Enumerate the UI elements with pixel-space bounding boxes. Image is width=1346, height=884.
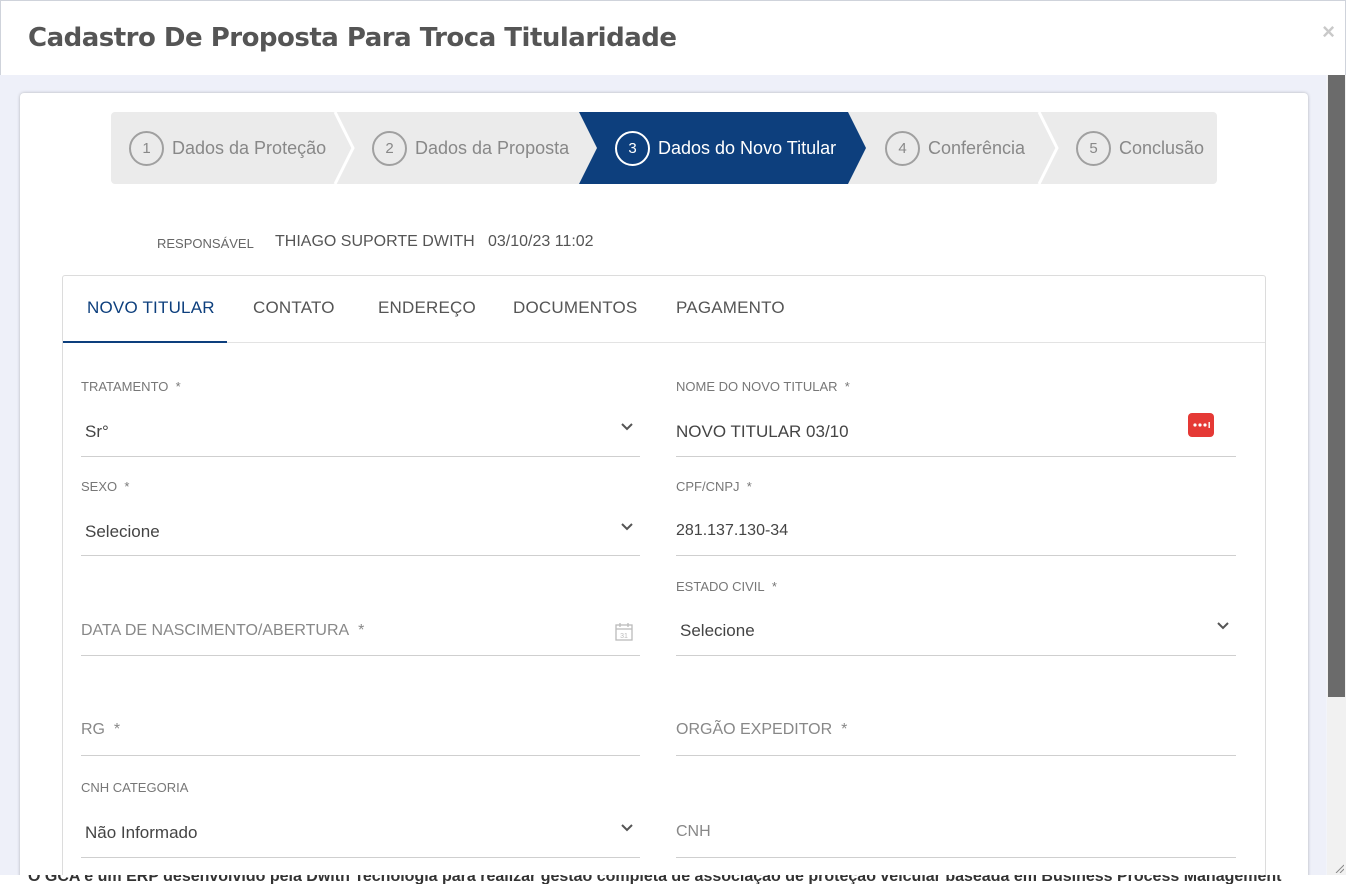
calendar-icon[interactable]: 31 — [614, 622, 634, 642]
orgao-placeholder: ORGÃO EXPEDITOR — [676, 721, 833, 738]
step-label: Dados da Proteção — [172, 137, 327, 158]
tratamento-value: Sr° — [85, 422, 109, 441]
step-number: 1 — [129, 130, 164, 166]
sexo-value: Selecione — [85, 522, 160, 541]
footer-text: O GCA é um ERP desenvolvido pela Dwith T… — [28, 875, 1282, 884]
tab-contato[interactable]: CONTATO — [253, 298, 335, 318]
required-marker: * — [771, 579, 777, 594]
modal-title: Cadastro De Proposta Para Troca Titulari… — [28, 23, 677, 53]
cpf-label: CPF/CNPJ — [676, 479, 740, 494]
rg-placeholder: RG — [81, 721, 105, 738]
cnh-categoria-select[interactable]: CNH CATEGORIA Não Informado — [81, 777, 640, 858]
cpf-cnpj-field[interactable]: CPF/CNPJ * 281.137.130-34 — [676, 476, 1236, 556]
sexo-label: SEXO — [81, 479, 118, 494]
chevron-down-icon — [1217, 622, 1229, 630]
required-marker: * — [124, 479, 130, 494]
estado-civil-value: Selecione — [680, 621, 755, 640]
rg-field[interactable]: RG * — [81, 706, 640, 756]
step-number: 4 — [885, 130, 920, 166]
modal-body: 1 Dados da Proteção 2 Dados da Proposta … — [0, 75, 1326, 875]
nome-value: NOVO TITULAR 03/10 — [676, 422, 849, 441]
responsavel-label: RESPONSÁVEL — [157, 236, 254, 251]
tab-endereco[interactable]: ENDEREÇO — [378, 298, 476, 318]
tab-bar: NOVO TITULAR CONTATO ENDEREÇO DOCUMENTOS… — [63, 276, 1265, 343]
step-label: Dados da Proposta — [415, 137, 570, 158]
step-label: Dados do Novo Titular — [658, 137, 837, 158]
chevron-down-icon — [621, 824, 633, 832]
tratamento-label: TRATAMENTO — [81, 379, 169, 394]
data-nascimento-placeholder: DATA DE NASCIMENTO/ABERTURA — [81, 622, 350, 639]
cnh-categoria-value: Não Informado — [85, 823, 198, 842]
chevron-down-icon — [621, 423, 633, 431]
orgao-expeditor-field[interactable]: ORGÃO EXPEDITOR * — [676, 706, 1236, 756]
step-label: Conclusão — [1119, 137, 1205, 158]
required-marker: * — [844, 379, 850, 394]
required-marker: * — [358, 622, 365, 639]
responsavel-name: THIAGO SUPORTE DWITH — [275, 233, 475, 250]
tratamento-select[interactable]: TRATAMENTO * Sr° — [81, 376, 640, 457]
form-card: 1 Dados da Proteção 2 Dados da Proposta … — [20, 93, 1308, 875]
tab-novo-titular[interactable]: NOVO TITULAR — [87, 298, 215, 318]
required-marker: * — [841, 721, 848, 738]
step-number: 2 — [372, 130, 407, 166]
step-conferencia[interactable]: 4 Conferência — [885, 112, 1025, 184]
responsavel-datetime: 03/10/23 11:02 — [488, 233, 594, 250]
chevron-down-icon — [621, 523, 633, 531]
nome-novo-titular-field[interactable]: NOME DO NOVO TITULAR * NOVO TITULAR 03/1… — [676, 376, 1236, 457]
page-footer: O GCA é um ERP desenvolvido pela Dwith T… — [0, 875, 1346, 884]
cnh-categoria-label: CNH CATEGORIA — [81, 780, 189, 795]
resize-grip-icon[interactable] — [1334, 863, 1344, 873]
required-marker: * — [113, 721, 121, 738]
wizard-stepper: 1 Dados da Proteção 2 Dados da Proposta … — [111, 112, 1217, 184]
active-tab-indicator — [63, 341, 227, 343]
close-icon[interactable]: × — [1322, 19, 1335, 45]
step-conclusao[interactable]: 5 Conclusão — [1076, 112, 1204, 184]
estado-civil-select[interactable]: ESTADO CIVIL * Selecione — [676, 576, 1236, 656]
tabs-panel: NOVO TITULAR CONTATO ENDEREÇO DOCUMENTOS… — [62, 275, 1266, 875]
step-dados-novo-titular[interactable]: 3 Dados do Novo Titular — [615, 112, 836, 184]
cnh-placeholder: CNH — [676, 823, 711, 840]
data-nascimento-field[interactable]: DATA DE NASCIMENTO/ABERTURA * 31 — [81, 606, 640, 656]
step-dados-proposta[interactable]: 2 Dados da Proposta — [372, 112, 569, 184]
tab-documentos[interactable]: DOCUMENTOS — [513, 298, 637, 318]
nome-label: NOME DO NOVO TITULAR — [676, 379, 838, 394]
step-dados-protecao[interactable]: 1 Dados da Proteção — [129, 112, 326, 184]
modal-scrollbar[interactable] — [1327, 75, 1346, 875]
step-number: 5 — [1076, 130, 1111, 166]
estado-civil-label: ESTADO CIVIL — [676, 579, 765, 594]
modal-header: Cadastro De Proposta Para Troca Titulari… — [0, 0, 1346, 75]
sexo-select[interactable]: SEXO * Selecione — [81, 476, 640, 556]
svg-text:31: 31 — [620, 633, 628, 640]
tab-pagamento[interactable]: PAGAMENTO — [676, 298, 785, 318]
required-marker: * — [175, 379, 181, 394]
cnh-field[interactable]: CNH — [676, 808, 1236, 858]
step-number: 3 — [615, 130, 650, 166]
required-marker: * — [746, 479, 752, 494]
scroll-thumb[interactable] — [1328, 75, 1345, 697]
step-label: Conferência — [928, 137, 1026, 158]
more-dots-icon[interactable] — [1188, 413, 1214, 437]
cpf-value: 281.137.130-34 — [676, 522, 789, 539]
